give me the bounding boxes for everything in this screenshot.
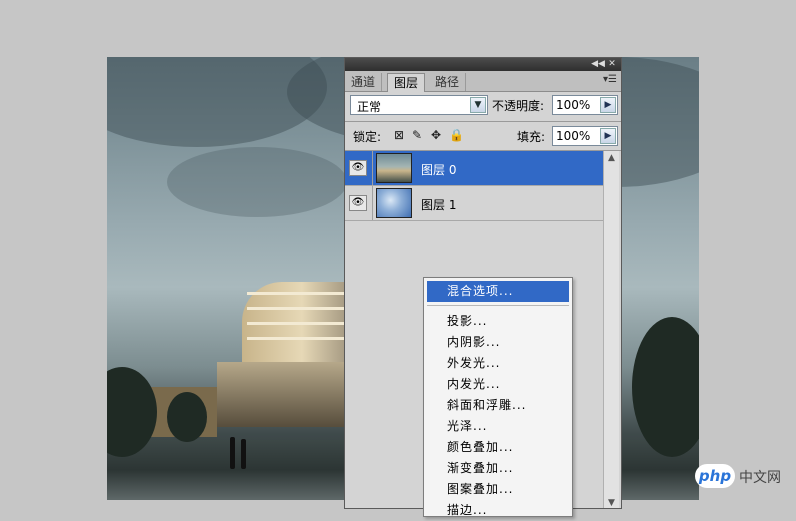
blend-mode-select[interactable]: 正常 ▼ — [350, 95, 488, 115]
panel-tabs: 通道 图层 路径 ▾☰ — [345, 71, 621, 92]
lock-row: 锁定: ⊠ ✎ ✥ 🔒 填充: 100% ▶ — [345, 126, 621, 148]
opacity-field[interactable]: 100% ▶ — [552, 95, 618, 115]
menu-item-stroke[interactable]: 描边... — [427, 500, 569, 521]
menu-item-color-overlay[interactable]: 颜色叠加... — [427, 437, 569, 458]
watermark: php 中文网 — [695, 461, 787, 491]
watermark-text: 中文网 — [739, 470, 781, 486]
divider — [372, 186, 373, 220]
menu-item-inner-glow[interactable]: 内发光... — [427, 374, 569, 395]
divider — [372, 151, 373, 185]
panel-menu-icon[interactable]: ▾☰ — [603, 74, 617, 85]
scroll-up-icon[interactable]: ▲ — [604, 151, 619, 166]
scroll-down-icon[interactable]: ▼ — [604, 496, 619, 508]
fill-slider-arrow-icon[interactable]: ▶ — [600, 128, 616, 144]
tab-channels[interactable]: 通道 — [345, 73, 383, 91]
menu-item-blending-options[interactable]: 混合选项... — [427, 281, 569, 302]
layer-thumbnail — [376, 188, 412, 218]
blend-row: 正常 ▼ 不透明度: 100% ▶ — [345, 95, 621, 119]
divider — [345, 121, 621, 122]
menu-item-gradient-overlay[interactable]: 渐变叠加... — [427, 458, 569, 479]
layer-name: 图层 1 — [421, 198, 457, 212]
menu-item-bevel-emboss[interactable]: 斜面和浮雕... — [427, 395, 569, 416]
layer-thumbnail — [376, 153, 412, 183]
opacity-slider-arrow-icon[interactable]: ▶ — [600, 97, 616, 113]
php-logo: php — [695, 464, 735, 488]
layer-row-1[interactable]: 👁 图层 1 — [345, 186, 603, 221]
panel-titlebar: ◀◀ ✕ — [345, 58, 621, 71]
lock-all-icon[interactable]: 🔒 — [449, 128, 464, 142]
menu-item-pattern-overlay[interactable]: 图案叠加... — [427, 479, 569, 500]
opacity-label: 不透明度: — [492, 99, 545, 113]
menu-separator — [427, 305, 569, 306]
tab-layers[interactable]: 图层 — [387, 73, 426, 92]
blend-mode-value: 正常 — [357, 100, 382, 114]
opacity-value: 100% — [556, 98, 591, 112]
eye-icon[interactable]: 👁 — [349, 160, 367, 176]
layers-scrollbar[interactable]: ▲ ▼ — [603, 151, 619, 508]
close-icon[interactable]: ✕ — [605, 58, 619, 71]
chevron-down-icon: ▼ — [470, 97, 486, 113]
eye-icon[interactable]: 👁 — [349, 195, 367, 211]
layer-name: 图层 0 — [421, 163, 457, 177]
lock-brush-icon[interactable]: ✎ — [410, 128, 424, 142]
tab-paths[interactable]: 路径 — [429, 73, 467, 91]
menu-item-satin[interactable]: 光泽... — [427, 416, 569, 437]
fill-value: 100% — [556, 129, 591, 143]
lock-transparent-icon[interactable]: ⊠ — [392, 128, 406, 142]
menu-item-outer-glow[interactable]: 外发光... — [427, 353, 569, 374]
lock-move-icon[interactable]: ✥ — [429, 128, 443, 142]
collapse-icon[interactable]: ◀◀ — [591, 58, 605, 71]
layer-row-0[interactable]: 👁 图层 0 — [345, 151, 603, 186]
lock-label: 锁定: — [353, 130, 382, 144]
fill-label: 填充: — [517, 130, 546, 144]
menu-item-drop-shadow[interactable]: 投影... — [427, 311, 569, 332]
fill-field[interactable]: 100% ▶ — [552, 126, 618, 146]
menu-item-inner-shadow[interactable]: 内阴影... — [427, 332, 569, 353]
layer-style-context-menu: 混合选项... 投影... 内阴影... 外发光... 内发光... 斜面和浮雕… — [423, 277, 573, 517]
